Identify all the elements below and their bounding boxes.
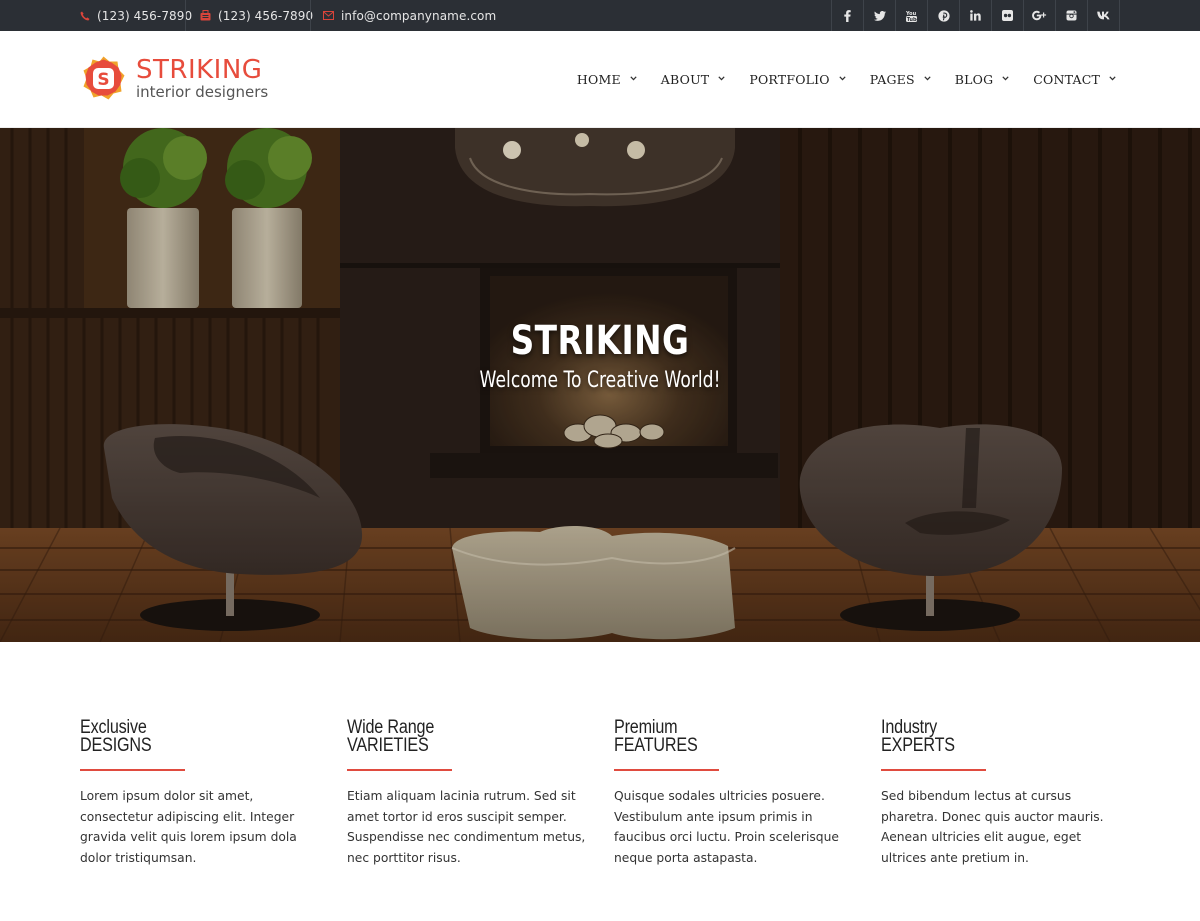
feature-divider [881,769,986,771]
nav-label: BLOG [954,72,994,87]
nav-label: PORTFOLIO [749,72,830,87]
feature-divider [347,769,452,771]
site-header: S STRIKING interior designers HOME ABOUT… [0,31,1200,128]
divider [310,0,311,31]
feature-title: Industry EXPERTS [881,717,955,756]
instagram-icon[interactable] [1056,0,1088,31]
feature-title: Premium FEATURES [614,717,698,756]
nav-item-about[interactable]: ABOUT [661,72,726,87]
feature-description: Quisque sodales ultricies posuere. Vesti… [614,789,839,866]
vk-icon[interactable] [1088,0,1120,31]
email-contact[interactable]: info@companyname.com [323,0,496,31]
feature-description: Etiam aliquam lacinia rutrum. Sed sit am… [347,789,586,866]
feature-title: Exclusive DESIGNS [80,717,152,756]
hero-title: STRIKING [510,318,690,364]
logo-tagline: interior designers [136,82,269,101]
nav-label: PAGES [869,72,915,87]
nav-item-pages[interactable]: PAGES [870,72,931,87]
logo-name: STRIKING [136,54,263,85]
feature-card: Wide Range VARIETIES Etiam aliquam lacin… [347,717,587,869]
chevron-down-icon [718,74,725,83]
chevron-down-icon [630,74,637,83]
nav-label: CONTACT [1033,72,1100,87]
phone-icon [80,11,90,21]
main-nav: HOME ABOUT PORTFOLIO PAGES BLOG CONTACT [553,72,1116,87]
facebook-icon[interactable] [832,0,864,31]
svg-text:S: S [97,70,109,90]
phone-number: (123) 456-7890 [97,8,193,23]
chevron-down-icon [924,74,931,83]
email-address: info@companyname.com [341,8,497,23]
twitter-icon[interactable] [864,0,896,31]
feature-card: Premium FEATURES Quisque sodales ultrici… [614,717,854,869]
fax-contact[interactable]: (123) 456-7890 [200,0,313,31]
social-links: YouTube [831,0,1120,31]
feature-divider [614,769,719,771]
envelope-icon [323,11,334,20]
site-logo[interactable]: S STRIKING interior designers [80,53,280,103]
google-plus-icon[interactable] [1024,0,1056,31]
hero-banner: STRIKING Welcome To Creative World! [0,128,1200,642]
linkedin-icon[interactable] [960,0,992,31]
nav-item-blog[interactable]: BLOG [955,72,1010,87]
fax-number: (123) 456-7890 [218,8,314,23]
svg-text:Tube: Tube [907,17,917,22]
nav-label: ABOUT [660,72,710,87]
feature-description: Sed bibendum lectus at cursus pharetra. … [881,789,1104,866]
feature-title: Wide Range VARIETIES [347,717,435,756]
fax-icon [200,10,211,21]
feature-description: Lorem ipsum dolor sit amet, consectetur … [80,789,297,866]
hero-subtitle: Welcome To Creative World! [479,368,721,393]
chevron-down-icon [839,74,846,83]
divider [185,0,186,31]
chevron-down-icon [1109,74,1116,83]
top-bar: (123) 456-7890 (123) 456-7890 info@compa… [0,0,1200,31]
feature-card: Exclusive DESIGNS Lorem ipsum dolor sit … [80,717,320,869]
flickr-icon[interactable] [992,0,1024,31]
youtube-icon[interactable]: YouTube [896,0,928,31]
nav-item-contact[interactable]: CONTACT [1033,72,1116,87]
pinterest-icon[interactable] [928,0,960,31]
phone-contact[interactable]: (123) 456-7890 [80,0,192,31]
feature-divider [80,769,185,771]
nav-label: HOME [576,72,621,87]
chevron-down-icon [1002,74,1009,83]
feature-card: Industry EXPERTS Sed bibendum lectus at … [881,717,1121,869]
logo-mark-icon: S [80,55,127,102]
nav-item-portfolio[interactable]: PORTFOLIO [749,72,846,87]
nav-item-home[interactable]: HOME [577,72,637,87]
